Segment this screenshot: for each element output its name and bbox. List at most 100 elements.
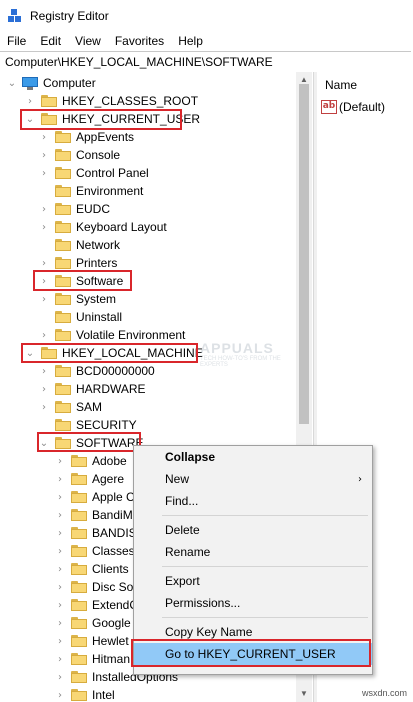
menu-favorites[interactable]: Favorites — [108, 34, 171, 48]
tree-node-label: AppEvents — [76, 130, 135, 144]
address-path[interactable]: Computer\HKEY_LOCAL_MACHINE\SOFTWARE — [5, 55, 273, 69]
folder-icon — [71, 545, 87, 557]
chevron-right-icon[interactable]: › — [54, 488, 66, 506]
folder-icon — [55, 365, 71, 377]
tree-node-network[interactable]: Network — [38, 236, 120, 254]
menu-help[interactable]: Help — [171, 34, 210, 48]
chevron-right-icon[interactable]: › — [24, 92, 36, 110]
chevron-right-icon[interactable]: › — [38, 218, 50, 236]
column-header-name[interactable]: Name — [325, 78, 357, 92]
menu-separator — [162, 566, 368, 567]
address-bar[interactable]: Computer\HKEY_LOCAL_MACHINE\SOFTWARE — [0, 51, 411, 73]
chevron-right-icon[interactable]: › — [54, 686, 66, 702]
chevron-right-icon[interactable]: › — [54, 668, 66, 686]
chevron-down-icon[interactable]: ⌄ — [6, 74, 18, 92]
folder-icon — [55, 329, 71, 341]
chevron-right-icon[interactable]: › — [54, 560, 66, 578]
title-bar: Registry Editor — [0, 0, 413, 31]
tree-node-bandim[interactable]: › BandiM — [54, 506, 133, 524]
tree-node-hitman[interactable]: › Hitman — [54, 650, 130, 668]
chevron-right-icon[interactable]: › — [54, 596, 66, 614]
tree-node-sam[interactable]: › SAM — [38, 398, 102, 416]
value-row-default[interactable]: ab (Default) — [321, 100, 385, 114]
context-menu-new[interactable]: New › — [134, 468, 372, 490]
chevron-right-icon[interactable]: › — [54, 578, 66, 596]
scrollbar-thumb[interactable] — [299, 84, 309, 424]
chevron-right-icon[interactable]: › — [54, 524, 66, 542]
tree-node-label: Environment — [76, 184, 144, 198]
chevron-right-icon[interactable]: › — [54, 470, 66, 488]
menu-view[interactable]: View — [68, 34, 108, 48]
tree-node-agere[interactable]: › Agere — [54, 470, 124, 488]
scroll-down-arrow-icon[interactable]: ▼ — [296, 686, 312, 700]
tree-node-label: Classes — [92, 544, 135, 558]
tree-node-apple-c[interactable]: › Apple C — [54, 488, 135, 506]
context-menu-export[interactable]: Export — [134, 570, 372, 592]
tree-node-console[interactable]: › Console — [38, 146, 120, 164]
tree-node-label: Network — [76, 238, 121, 252]
tree-node-label: BANDIS — [92, 526, 137, 540]
tree-node-label: Disc So — [92, 580, 134, 594]
tree-node-control-panel[interactable]: › Control Panel — [38, 164, 149, 182]
tree-node-keyboard-layout[interactable]: › Keyboard Layout — [38, 218, 167, 236]
tree-node-eudc[interactable]: › EUDC — [38, 200, 110, 218]
tree-node-disc-so[interactable]: › Disc So — [54, 578, 133, 596]
folder-icon — [71, 563, 87, 575]
highlight-box-software — [33, 270, 132, 291]
chevron-right-icon[interactable]: › — [38, 164, 50, 182]
chevron-right-icon[interactable]: › — [54, 542, 66, 560]
tree-node-hkey-classes-root[interactable]: › HKEY_CLASSES_ROOT — [24, 92, 198, 110]
submenu-arrow-icon: › — [358, 473, 362, 485]
watermark: APPUALS TECH HOW-TO'S FROM THE EXPERTS — [200, 340, 300, 380]
folder-icon — [71, 455, 87, 467]
chevron-right-icon[interactable]: › — [54, 452, 66, 470]
expander-placeholder — [38, 308, 50, 326]
tree-node-classes[interactable]: › Classes — [54, 542, 135, 560]
chevron-right-icon[interactable]: › — [54, 506, 66, 524]
folder-icon — [71, 671, 87, 683]
chevron-right-icon[interactable]: › — [38, 380, 50, 398]
chevron-right-icon[interactable]: › — [38, 362, 50, 380]
folder-icon — [71, 527, 87, 539]
highlight-box-go-to-hkcu — [131, 639, 371, 667]
chevron-right-icon[interactable]: › — [54, 650, 66, 668]
folder-icon — [71, 509, 87, 521]
tree-node-extendc[interactable]: › ExtendC — [54, 596, 138, 614]
chevron-right-icon[interactable]: › — [54, 614, 66, 632]
tree-node-label: Adobe — [92, 454, 127, 468]
tree-node-clients[interactable]: › Clients — [54, 560, 129, 578]
tree-node-hewlet[interactable]: › Hewlet — [54, 632, 129, 650]
tree-node-appevents[interactable]: › AppEvents — [38, 128, 134, 146]
tree-node-volatile-environment[interactable]: › Volatile Environment — [38, 326, 185, 344]
chevron-right-icon[interactable]: › — [38, 146, 50, 164]
chevron-right-icon[interactable]: › — [54, 632, 66, 650]
tree-node-system[interactable]: › System — [38, 290, 116, 308]
tree-node-hardware[interactable]: › HARDWARE — [38, 380, 146, 398]
folder-icon — [55, 401, 71, 413]
chevron-right-icon[interactable]: › — [38, 200, 50, 218]
chevron-right-icon[interactable]: › — [38, 326, 50, 344]
tree-node-label: Intel — [92, 688, 115, 702]
context-menu-rename[interactable]: Rename — [134, 541, 372, 563]
tree-node-label: ExtendC — [92, 598, 139, 612]
context-menu-collapse[interactable]: Collapse — [134, 446, 372, 468]
tree-node-bcd00000000[interactable]: › BCD00000000 — [38, 362, 155, 380]
chevron-right-icon[interactable]: › — [38, 290, 50, 308]
chevron-right-icon[interactable]: › — [38, 128, 50, 146]
tree-node-intel[interactable]: › Intel — [54, 686, 115, 702]
folder-icon — [55, 419, 71, 431]
tree-node-bandis[interactable]: › BANDIS — [54, 524, 137, 542]
menu-file[interactable]: File — [0, 34, 33, 48]
context-menu-delete[interactable]: Delete — [134, 519, 372, 541]
context-menu-find[interactable]: Find... — [134, 490, 372, 512]
tree-node-adobe[interactable]: › Adobe — [54, 452, 127, 470]
tree-node-computer[interactable]: ⌄ Computer — [6, 74, 96, 92]
tree-node-uninstall[interactable]: Uninstall — [38, 308, 122, 326]
menu-edit[interactable]: Edit — [33, 34, 68, 48]
context-menu-permissions[interactable]: Permissions... — [134, 592, 372, 614]
tree-node-label: Printers — [76, 256, 118, 270]
tree-node-google[interactable]: › Google — [54, 614, 131, 632]
chevron-right-icon[interactable]: › — [38, 398, 50, 416]
tree-node-environment[interactable]: Environment — [38, 182, 143, 200]
tree-node-label: HARDWARE — [76, 382, 146, 396]
